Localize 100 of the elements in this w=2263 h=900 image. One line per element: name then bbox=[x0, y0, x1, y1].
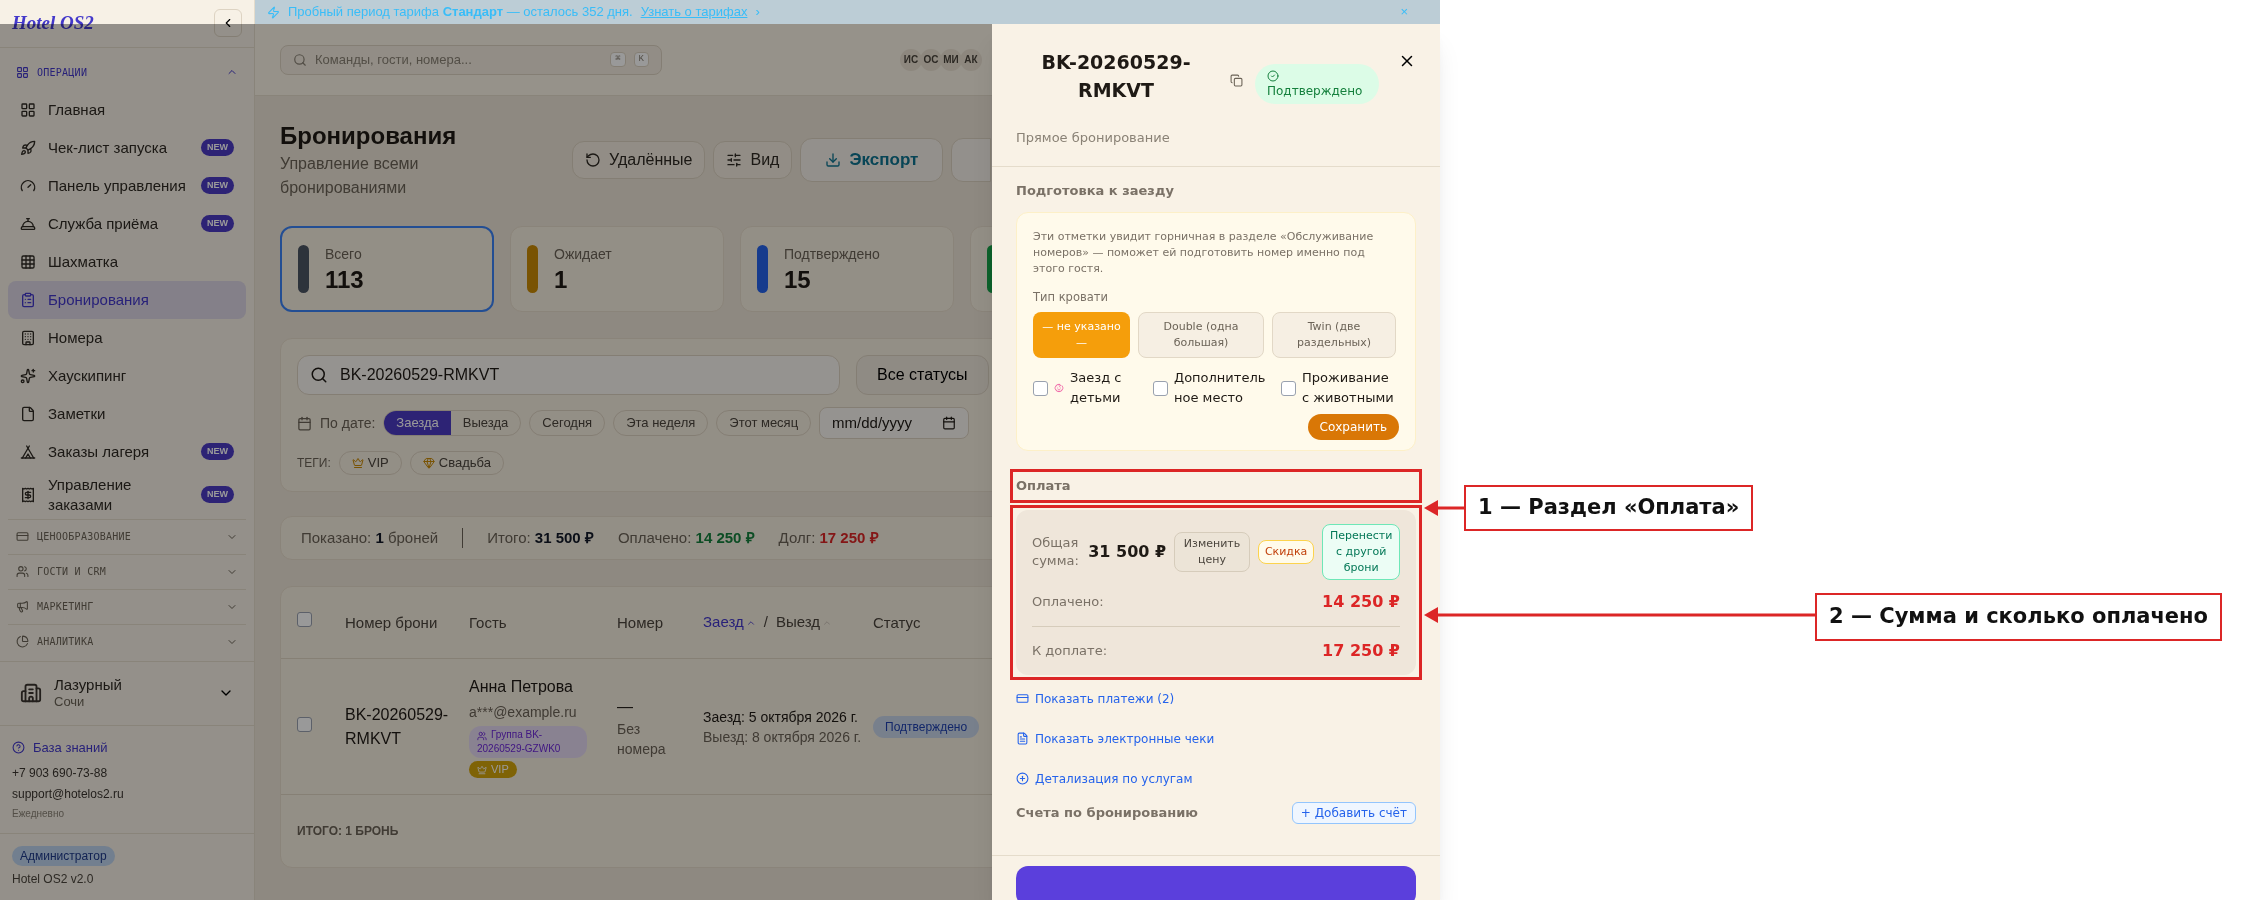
bed-option[interactable]: Twin (две раздельных) bbox=[1272, 312, 1396, 359]
sortable-column-header[interactable]: Заезд bbox=[703, 611, 756, 634]
column-separator: / bbox=[763, 612, 768, 633]
toolbar-button[interactable]: Вид bbox=[713, 141, 793, 179]
nav-icon bbox=[20, 139, 36, 156]
payment-action-button[interactable]: Изменить цену bbox=[1174, 531, 1250, 572]
summary-item: Итого: 31 500 ₽ bbox=[487, 527, 594, 548]
summary-item: Долг: 17 250 ₽ bbox=[778, 527, 879, 548]
checkbox[interactable] bbox=[1033, 380, 1048, 396]
date-mode-tab[interactable]: Выезда bbox=[450, 411, 521, 435]
check-icon bbox=[1267, 70, 1279, 82]
drawer-link[interactable]: Детализация по услугам bbox=[1016, 769, 1416, 788]
save-button[interactable]: Сохранить bbox=[1307, 414, 1399, 441]
avatar[interactable]: ОС bbox=[920, 48, 942, 71]
bed-option[interactable]: Double (одна большая) bbox=[1138, 312, 1264, 359]
knowledge-base-link[interactable]: База знаний bbox=[12, 737, 242, 757]
stat-label: Ожидает bbox=[554, 244, 612, 264]
nav-item[interactable]: Заметки bbox=[8, 394, 246, 433]
section-title: Оплата bbox=[1016, 477, 1072, 496]
avatar[interactable]: МИ bbox=[940, 48, 962, 71]
button-icon bbox=[585, 152, 601, 168]
nav-item[interactable]: Хаускипинг bbox=[8, 356, 246, 395]
guest-name: Анна Петрова bbox=[469, 677, 573, 698]
date-field[interactable]: mm/dd/yyyy bbox=[819, 407, 970, 439]
add-button[interactable] bbox=[951, 138, 992, 182]
checkbox[interactable] bbox=[297, 612, 312, 628]
section-header[interactable]: ОПЕРАЦИИ bbox=[8, 53, 246, 91]
nav-item[interactable]: Чек-лист запуска NEW bbox=[8, 128, 246, 167]
status-select[interactable]: Все статусы bbox=[856, 355, 989, 395]
stat-card[interactable]: Всего 113 bbox=[280, 226, 494, 312]
column-header: Гость bbox=[469, 612, 508, 633]
collapse-button[interactable] bbox=[214, 9, 242, 38]
checkbox[interactable] bbox=[1281, 380, 1296, 396]
stat-label: Подтверждено bbox=[784, 244, 880, 264]
copy-icon[interactable] bbox=[1230, 74, 1243, 87]
trial-text: Пробный период тарифа Стандарт — осталось 352 дня. bbox=[288, 3, 633, 22]
new-badge: NEW bbox=[201, 138, 234, 157]
stat-label: Всего bbox=[325, 244, 363, 264]
payment-action-button[interactable]: Перенести с другой брони bbox=[1322, 523, 1400, 580]
button-icon bbox=[726, 152, 743, 168]
toolbar-button[interactable]: Удалённые bbox=[572, 141, 706, 179]
nav-item[interactable]: Заказы лагеря NEW bbox=[8, 432, 246, 471]
checkbox[interactable] bbox=[297, 716, 312, 732]
search-icon bbox=[293, 52, 307, 67]
nav-item[interactable]: Бронирования bbox=[8, 280, 246, 319]
nav-icon bbox=[20, 177, 36, 194]
toolbar-button[interactable]: Экспорт bbox=[800, 138, 944, 182]
bed-type-label: Тип кровати bbox=[1033, 289, 1109, 306]
status-badge: Подтверждено bbox=[1255, 64, 1379, 104]
nav-item[interactable]: Номера bbox=[8, 318, 246, 357]
payment-action-button[interactable]: Скидка bbox=[1257, 539, 1315, 564]
nav-icon bbox=[20, 486, 36, 503]
booking-search-field[interactable]: BK-20260529-RMKVT bbox=[297, 355, 840, 395]
section-icon bbox=[16, 65, 29, 79]
booking-number-cell-text: BK-20260529-RMKVT bbox=[345, 704, 450, 749]
drawer-link[interactable]: Показать электронные чеки bbox=[1016, 729, 1416, 748]
stat-value: 15 bbox=[784, 264, 812, 295]
annotation-label: 1 — Раздел «Оплата» bbox=[1464, 485, 1754, 531]
avatar[interactable]: ИС bbox=[900, 48, 922, 71]
booking-title: BK-20260529-RMKVT bbox=[1040, 50, 1192, 103]
status-badge: Подтверждено bbox=[873, 715, 980, 738]
guest-email: a***@example.ru bbox=[469, 703, 577, 723]
annotation-label: 2 — Сумма и сколько оплачено bbox=[1815, 593, 2223, 641]
page-subtitle: Управление всеми бронированиями bbox=[280, 154, 420, 198]
nav-item[interactable]: Управление заказами NEW bbox=[8, 470, 246, 519]
status-bar bbox=[298, 245, 309, 293]
checkbox[interactable] bbox=[1153, 380, 1168, 396]
stat-card[interactable]: Ожидает 1 bbox=[510, 226, 724, 312]
section-icon bbox=[16, 530, 29, 544]
column-header: Статус bbox=[873, 612, 922, 633]
summary-item: Показано: 1 броней bbox=[301, 527, 439, 548]
option-label: Проживание с животными bbox=[1302, 369, 1395, 408]
nav-item[interactable]: Шахматка bbox=[8, 242, 246, 281]
section-header[interactable]: ГОСТИ И CRM bbox=[8, 554, 246, 589]
link-icon bbox=[1016, 732, 1029, 746]
nav-icon bbox=[20, 101, 36, 118]
avatar[interactable]: АК bbox=[960, 48, 982, 71]
section-header[interactable]: МАРКЕТИНГ bbox=[8, 589, 246, 624]
date-mode-tab[interactable]: Заезда bbox=[384, 411, 451, 435]
add-invoice-button[interactable]: + Добавить счёт bbox=[1291, 801, 1416, 824]
room-note: Без номера bbox=[617, 719, 667, 759]
nav-item[interactable]: Служба приёма NEW bbox=[8, 204, 246, 243]
stat-card[interactable]: Подтверждено 15 bbox=[740, 226, 954, 312]
section-header[interactable]: АНАЛИТИКА bbox=[8, 624, 246, 659]
nav-item[interactable]: Панель управления NEW bbox=[8, 166, 246, 205]
property-name[interactable]: Лазурный bbox=[54, 675, 206, 695]
command-search-field[interactable]: Команды, гости, номера... ⌘ K bbox=[280, 44, 662, 75]
section-header[interactable]: ЦЕНООБРАЗОВАНИЕ bbox=[8, 519, 246, 554]
nav-icon bbox=[20, 405, 36, 422]
nav-icon bbox=[20, 367, 36, 384]
sortable-column-header[interactable]: Выезд bbox=[775, 611, 832, 634]
paid-label: Оплачено: bbox=[1032, 593, 1104, 611]
drawer-link[interactable]: Показать платежи (2) bbox=[1016, 689, 1416, 708]
logo[interactable]: Hotel OS2 bbox=[12, 9, 94, 38]
property-city: Сочи bbox=[54, 694, 86, 711]
section-icon bbox=[16, 600, 29, 614]
nav-item[interactable]: Главная bbox=[8, 90, 246, 129]
shortcut-key: ⌘ bbox=[610, 51, 626, 68]
nav-icon bbox=[20, 215, 36, 232]
option-label: Дополнительное место bbox=[1174, 369, 1267, 408]
